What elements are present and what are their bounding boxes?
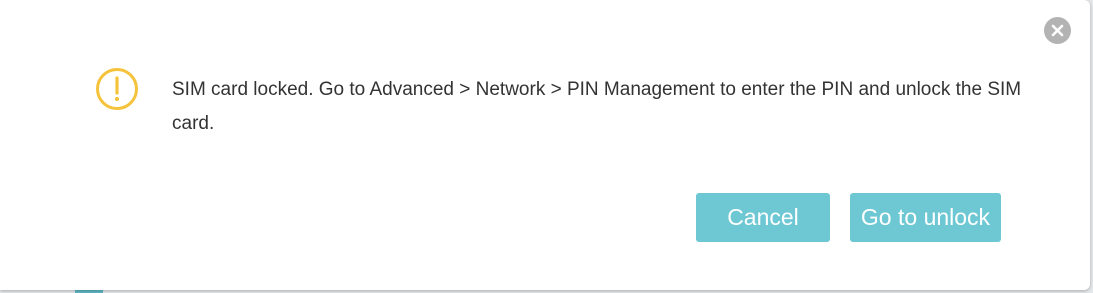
warning-icon bbox=[96, 68, 138, 110]
close-icon bbox=[1051, 24, 1064, 37]
go-to-unlock-button[interactable]: Go to unlock bbox=[850, 193, 1001, 242]
close-button[interactable] bbox=[1044, 17, 1071, 44]
cancel-button[interactable]: Cancel bbox=[696, 193, 830, 242]
sim-locked-dialog: SIM card locked. Go to Advanced > Networ… bbox=[0, 0, 1090, 290]
dialog-message: SIM card locked. Go to Advanced > Networ… bbox=[172, 79, 1022, 134]
